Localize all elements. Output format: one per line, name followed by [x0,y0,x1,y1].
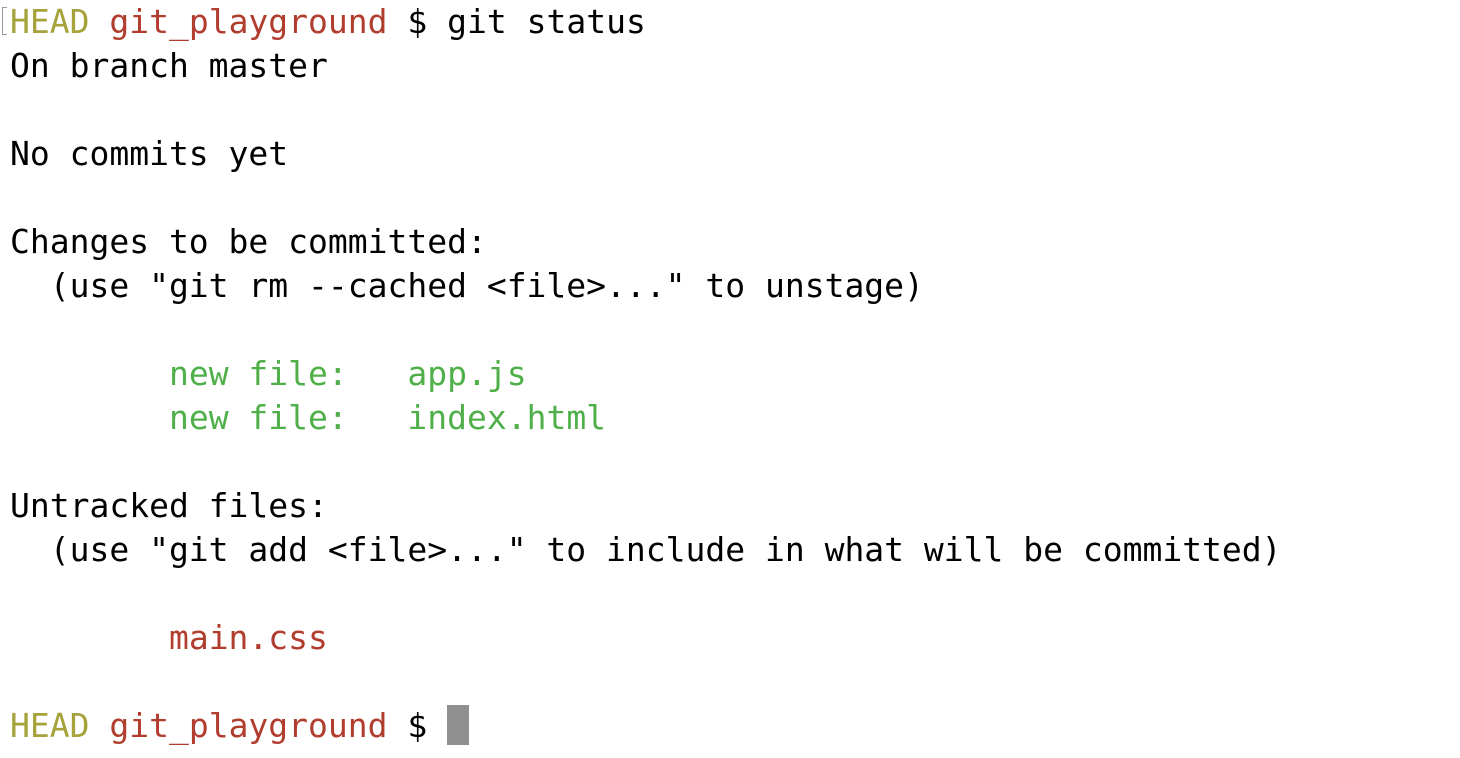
staged-file-row: new file: app.js [10,352,1455,396]
changes-header: Changes to be committed: [10,222,487,261]
untracked-header: Untracked files: [10,486,328,525]
staged-file-name: index.html [407,398,607,437]
staged-file-status: new file: [168,354,348,393]
branch-line: On branch master [10,46,328,85]
prompt-line[interactable]: HEAD git_playground $ [10,704,1455,748]
staged-file-row: new file: index.html [10,396,1455,440]
no-commits-line: No commits yet [10,134,289,173]
untracked-file-row: main.css [10,616,1455,660]
untracked-hint: (use "git add <file>..." to include in w… [10,530,1282,569]
staged-file-name: app.js [407,354,527,393]
prompt-directory: git_playground [109,2,388,41]
prompt-symbol: $ [407,2,428,41]
terminal-cursor[interactable] [447,705,470,745]
staged-file-status: new file: [168,398,348,437]
prompt-line: HEAD git_playground $ git status [2,0,1455,44]
prompt-head: HEAD [10,706,90,745]
prompt-directory: git_playground [109,706,388,745]
prompt-symbol: $ [407,706,428,745]
entered-command: git status [447,2,646,41]
selection-bracket-mark [2,7,7,35]
changes-hint: (use "git rm --cached <file>..." to unst… [10,266,924,305]
untracked-file-name: main.css [168,618,328,657]
terminal-output: HEAD git_playground $ git status On bran… [2,0,1455,758]
prompt-head: HEAD [10,2,90,41]
